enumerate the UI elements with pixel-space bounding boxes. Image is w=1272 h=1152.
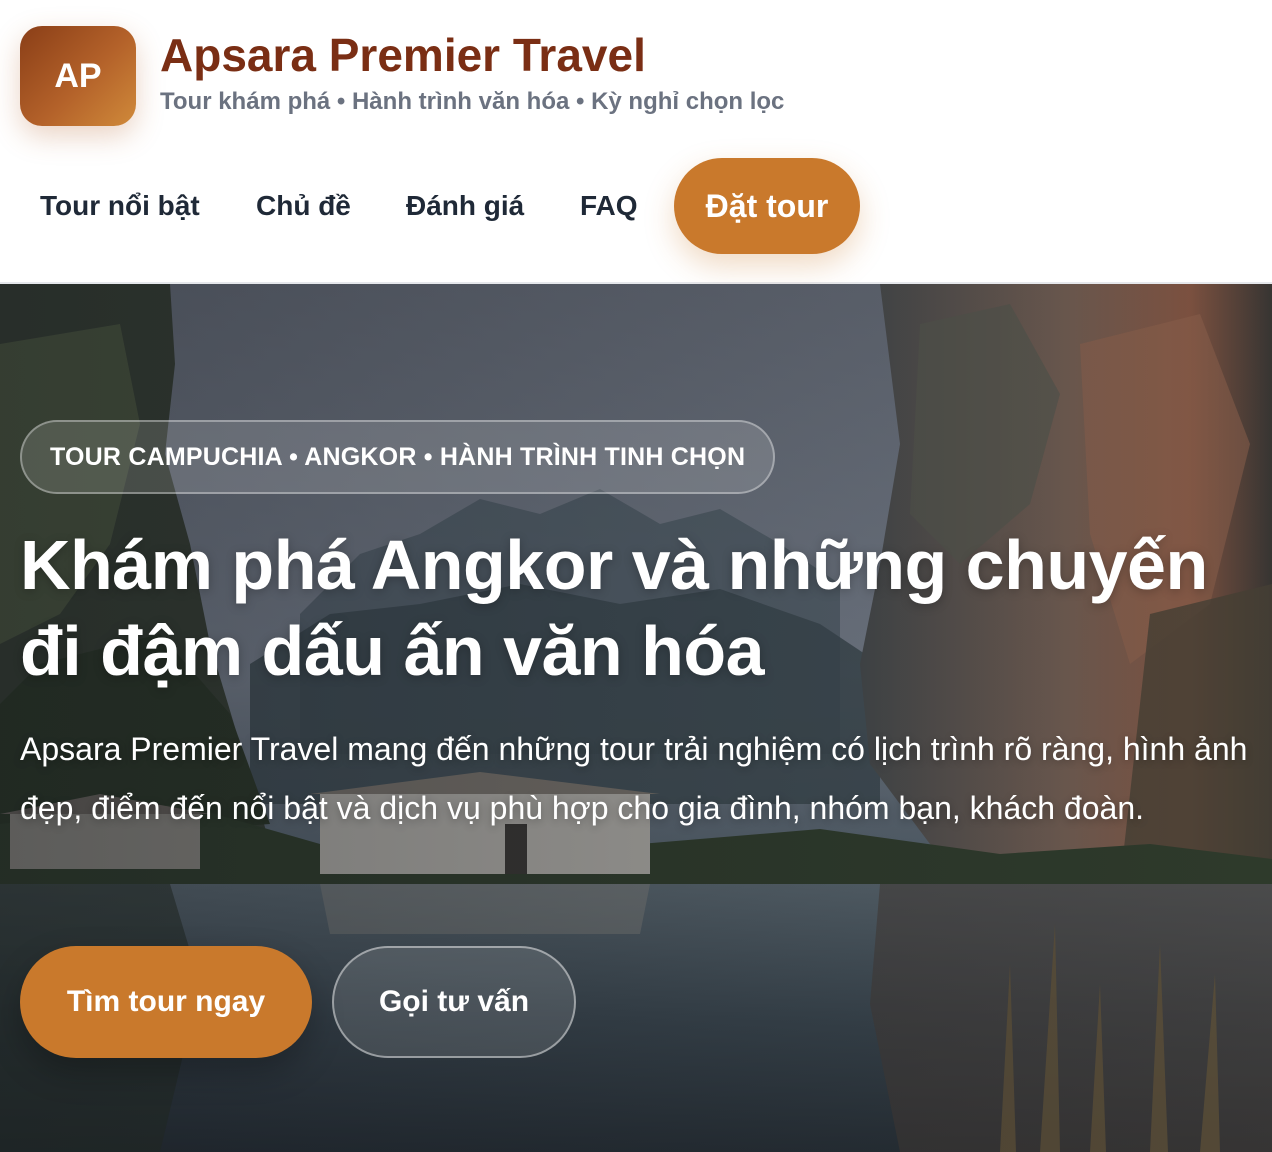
brand-name[interactable]: Apsara Premier Travel [160,28,646,82]
brand-tagline: Tour khám phá • Hành trình văn hóa • Kỳ … [160,88,785,115]
hero-title: Khám phá Angkor và những chuyến đi đậm d… [20,526,1208,690]
hero-eyebrow-badge: TOUR CAMPUCHIA • ANGKOR • HÀNH TRÌNH TIN… [20,420,776,494]
logo-initials: AP [54,56,102,95]
site-header: AP Apsara Premier Travel Tour khám phá •… [0,0,1272,284]
hero-section: TOUR CAMPUCHIA • ANGKOR • HÀNH TRÌNH TIN… [0,284,1272,1152]
nav-link-themes[interactable]: Chủ đề [256,158,351,254]
hero-description: Apsara Premier Travel mang đến những tou… [20,731,1248,826]
nav-link-reviews[interactable]: Đánh giá [406,158,524,254]
call-consult-button[interactable]: Gọi tư vấn [332,946,576,1058]
main-nav: Tour nổi bật Chủ đề Đánh giá FAQ Đặt tou… [0,158,1272,254]
book-tour-button[interactable]: Đặt tour [674,158,860,254]
find-tour-button[interactable]: Tìm tour ngay [20,946,312,1058]
nav-link-faq[interactable]: FAQ [580,158,638,254]
nav-link-featured-tours[interactable]: Tour nổi bật [40,158,200,254]
brand-logo[interactable]: AP [20,26,136,126]
